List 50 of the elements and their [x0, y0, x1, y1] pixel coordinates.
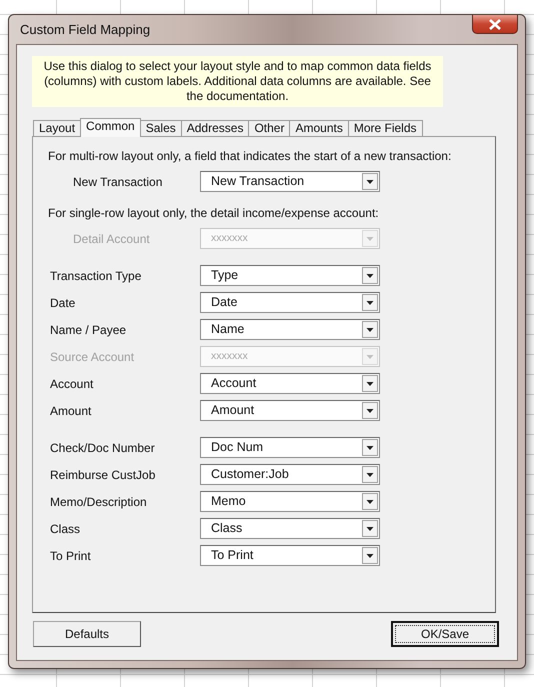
dialog-button[interactable]: Defaults [33, 621, 141, 647]
dropdown[interactable]: New Transaction [200, 171, 380, 192]
dialog-button[interactable]: OK/Save [391, 621, 499, 647]
caret-icon [362, 439, 378, 456]
field-label: Source Account [49, 348, 136, 366]
close-button[interactable] [472, 15, 518, 34]
field-label: Name / Payee [49, 322, 128, 338]
field-label: Transaction Type [49, 268, 142, 284]
caret-icon [362, 466, 378, 483]
field-label: Check/Doc Number [49, 440, 156, 456]
section-hint: For single-row layout only, the detail income/expense account: [47, 205, 380, 221]
field-label: Memo/Description [49, 494, 148, 510]
dropdown[interactable]: Type [200, 265, 380, 286]
field-label: Account [49, 376, 94, 392]
dropdown: xxxxxxx [200, 228, 380, 249]
field-label: Class [49, 520, 82, 538]
dropdown[interactable]: Account [200, 373, 380, 394]
caret-icon [362, 230, 378, 247]
window-title: Custom Field Mapping [20, 20, 150, 39]
caret-icon [362, 547, 378, 564]
dropdown[interactable]: To Print [200, 545, 380, 566]
caret-icon [362, 348, 378, 365]
dropdown[interactable]: Date [200, 292, 380, 313]
field-label: To Print [49, 548, 92, 564]
dropdown[interactable]: Name [200, 319, 380, 340]
caret-icon [362, 493, 378, 510]
tab[interactable]: Layout [33, 120, 82, 136]
tab[interactable]: More Fields [348, 120, 423, 136]
field-label: Detail Account [72, 230, 151, 248]
caret-icon [362, 375, 378, 392]
dropdown[interactable]: Class [200, 518, 380, 539]
field-label: Reimburse CustJob [49, 466, 156, 484]
section-hint: For multi-row layout only, a field that indicates the start of a new transaction: [47, 148, 452, 164]
tab[interactable]: Common [80, 118, 141, 137]
caret-icon [362, 402, 378, 419]
caret-icon [362, 267, 378, 284]
dropdown[interactable]: Customer:Job [200, 464, 380, 485]
caret-icon [362, 520, 378, 537]
info-note: Use this dialog to select your layout style and to map common data fields (columns) with custom labels. Additional data columns are available. See the documentation. [32, 56, 443, 107]
caret-icon [362, 294, 378, 311]
field-label: Amount [49, 402, 92, 420]
dropdown[interactable]: Memo [200, 491, 380, 512]
dropdown[interactable]: Amount [200, 400, 380, 421]
field-label: Date [49, 294, 76, 312]
dropdown: xxxxxxx [200, 346, 380, 367]
dropdown[interactable]: Doc Num [200, 437, 380, 458]
caret-icon [362, 321, 378, 338]
caret-icon [362, 173, 378, 190]
close-icon [488, 18, 502, 30]
field-label: New Transaction [72, 174, 164, 190]
